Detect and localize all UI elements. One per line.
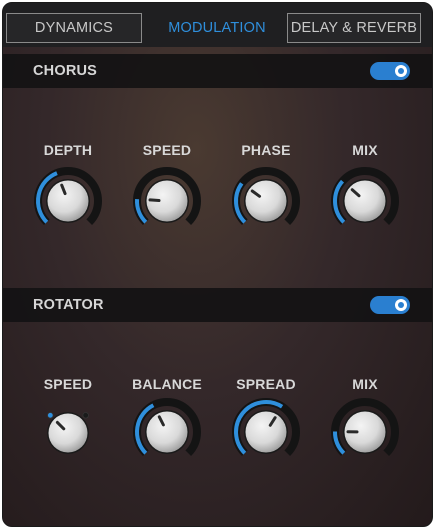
knob-svg [232, 167, 300, 226]
tab-modulation[interactable]: MODULATION [151, 13, 283, 43]
switch-position-right-dot [82, 412, 89, 419]
rotator-power-toggle[interactable] [370, 296, 410, 314]
rotator-header: ROTATOR [3, 288, 432, 322]
chorus-power-toggle[interactable] [370, 62, 410, 80]
knob-cap [344, 180, 386, 222]
tab-dynamics[interactable]: DYNAMICS [6, 13, 142, 43]
chorus-speed-label: SPEED [142, 142, 192, 158]
rotator-spread-knob[interactable] [230, 396, 302, 468]
knob-cap [47, 180, 89, 222]
toggle-thumb [395, 65, 407, 77]
rotator-mix-knob[interactable] [329, 396, 401, 468]
tab-delay-reverb[interactable]: DELAY & REVERB [287, 13, 421, 43]
knob-svg [331, 398, 399, 457]
chorus-depth-knob[interactable] [32, 165, 104, 237]
rotator-balance-label: BALANCE [132, 376, 202, 392]
chorus-title: CHORUS [33, 63, 98, 79]
knob-pointer [148, 198, 161, 202]
knob-svg [34, 167, 102, 226]
rotator-title: ROTATOR [33, 297, 104, 313]
chorus-header: CHORUS [3, 54, 432, 88]
rotator-mix-label: MIX [352, 376, 378, 392]
knob-svg [331, 167, 399, 226]
chorus-phase-knob[interactable] [230, 165, 302, 237]
knob-svg [133, 167, 201, 226]
chorus-phase-label: PHASE [241, 142, 291, 158]
knob-cap [245, 180, 287, 222]
tab-bar: DYNAMICS MODULATION DELAY & REVERB [3, 3, 432, 47]
chorus-mix-knob[interactable] [329, 165, 401, 237]
rotator-speed-switch[interactable] [38, 401, 98, 461]
plugin-window: DYNAMICS MODULATION DELAY & REVERB CHORU… [2, 2, 433, 527]
knob-svg [232, 398, 300, 457]
rotator-spread-label: SPREAD [236, 376, 296, 392]
toggle-thumb [395, 299, 407, 311]
chorus-depth-label: DEPTH [43, 142, 93, 158]
knob-svg [133, 398, 201, 457]
chorus-speed-knob[interactable] [131, 165, 203, 237]
switch-svg [47, 412, 89, 454]
rotator-speed-label: SPEED [43, 376, 93, 392]
switch-cap [48, 413, 88, 453]
knob-cap [245, 411, 287, 453]
rotator-balance-knob[interactable] [131, 396, 203, 468]
switch-position-left-dot [47, 412, 54, 419]
knob-cap [146, 411, 188, 453]
chorus-mix-label: MIX [352, 142, 378, 158]
